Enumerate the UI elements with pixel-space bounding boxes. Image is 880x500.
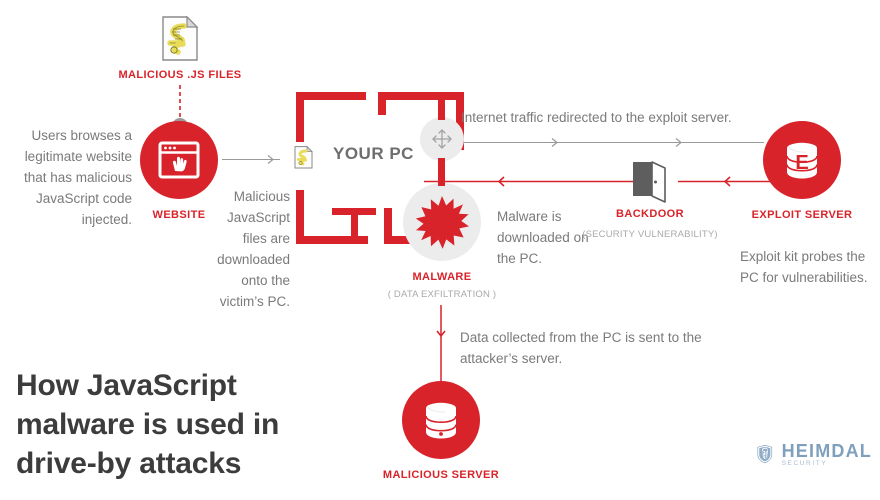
heimdal-shield-icon <box>757 444 773 464</box>
malicious-server-node <box>402 381 480 459</box>
logo-tagline: SECURITY <box>781 459 828 467</box>
exploit-server-node: E <box>763 121 841 199</box>
heimdal-logo: HEIMDAL SECURITY <box>757 430 872 478</box>
backdoor-sublabel: (SECURITY VULNERABILITY) <box>582 229 718 240</box>
open-door-icon <box>633 161 666 203</box>
headline-line-1: How JavaScript <box>16 369 237 402</box>
svg-text:E: E <box>795 152 808 174</box>
bracket-top-right-h <box>378 92 464 100</box>
js-files-label: MALICIOUS .JS FILES <box>118 69 242 81</box>
js-file-icon <box>161 15 199 62</box>
caption-data-collected: Data collected from the PC is sent to th… <box>460 330 702 366</box>
database-e-icon: E <box>786 142 818 179</box>
malware-label: MALWARE <box>412 271 472 283</box>
backdoor-label: BACKDOOR <box>616 208 684 220</box>
malicious-server-label: MALICIOUS SERVER <box>382 469 500 481</box>
arrow-malware-to-malicious-server <box>434 305 448 385</box>
infographic-canvas: MALICIOUS .JS FILES WEBSITE Users browse… <box>0 0 880 500</box>
headline-line-2: malware is used in <box>16 408 280 441</box>
caption-files-downloaded: Malicious JavaScript files are downloade… <box>217 189 290 309</box>
bracket-bottom-tee-stem <box>351 208 358 238</box>
caption-internet-traffic: Internet traffic redirected to the explo… <box>461 110 732 125</box>
backdoor-node <box>632 161 668 203</box>
caption-exploit-probes: Exploit kit probes the PC for vulnerabil… <box>740 249 868 285</box>
move-arrows-icon <box>432 129 452 149</box>
bracket-top-left-v <box>296 92 304 142</box>
database-icon <box>425 402 457 439</box>
malware-sublabel: ( DATA EXFILTRATION ) <box>387 289 497 300</box>
headline-line-3: drive-by attacks <box>16 447 242 480</box>
bracket-top-right-stub <box>378 92 386 115</box>
arrow-exploit-to-backdoor <box>678 174 778 187</box>
arrow-website-to-pc <box>222 152 280 164</box>
browser-window-click-icon <box>158 141 200 179</box>
starburst-icon <box>415 196 469 249</box>
traffic-node <box>420 117 464 161</box>
exploit-server-label: EXPLOIT SERVER <box>751 209 853 221</box>
malware-node <box>403 183 481 261</box>
caption-users-browse: Users browses a legitimate website that … <box>23 128 132 227</box>
page-title: How JavaScript malware is used in drive-… <box>16 366 346 483</box>
connector-pc-traffic-top <box>438 100 445 120</box>
logo-name: HEIMDAL <box>781 440 872 461</box>
js-file-small-icon <box>294 145 313 169</box>
your-pc-label: YOUR PC <box>333 144 414 163</box>
arrow-backdoor-to-malware <box>424 174 654 187</box>
arrow-traffic-to-exploit <box>464 135 764 147</box>
bracket-top-left-h <box>296 92 366 100</box>
